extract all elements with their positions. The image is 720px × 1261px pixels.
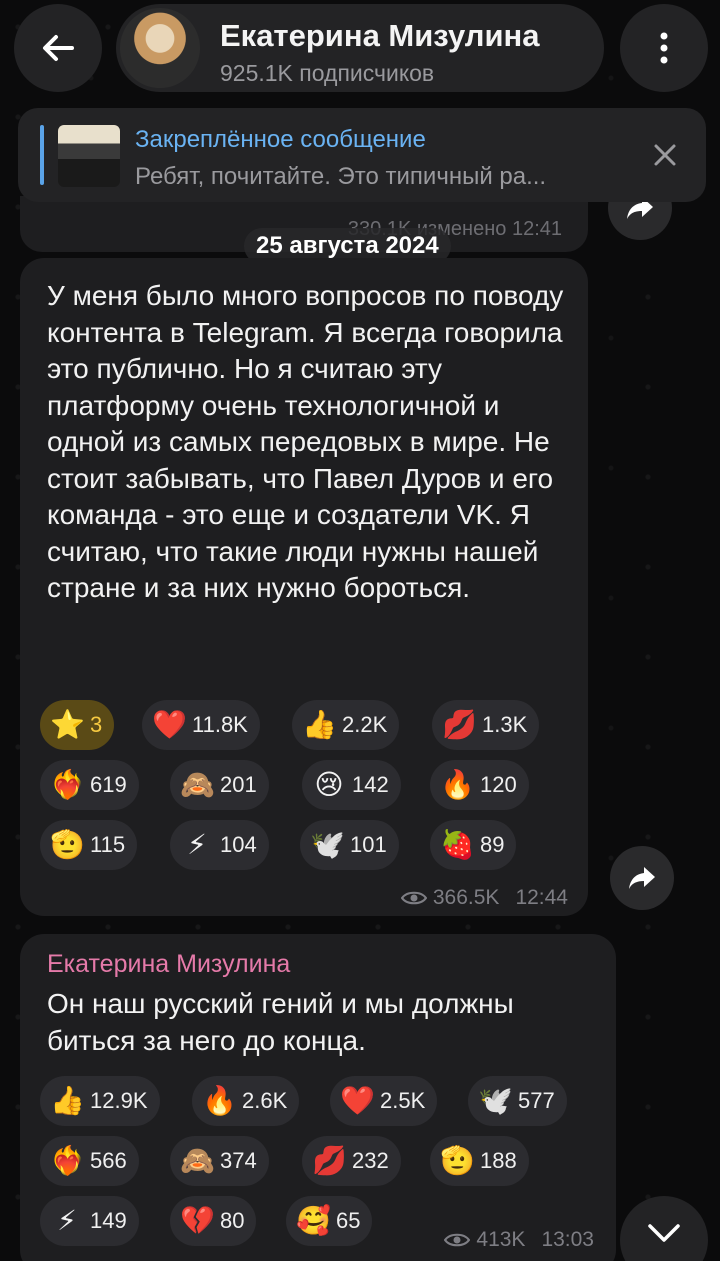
see-no-evil-monkey-icon: 🙈 xyxy=(180,1145,215,1176)
reaction-count: 232 xyxy=(352,1148,389,1173)
reaction-count: 2.2K xyxy=(342,712,388,737)
reaction-chip[interactable]: ⚡ 149 xyxy=(40,1196,139,1246)
reaction-chip[interactable]: 🕊️ 101 xyxy=(300,820,399,870)
subscriber-count: 925.1K подписчиков xyxy=(220,60,435,86)
reaction-chip[interactable]: 💋 1.3K xyxy=(432,700,540,750)
reaction-chip[interactable]: 🙈 201 xyxy=(170,760,269,810)
share-button[interactable] xyxy=(610,846,674,910)
reaction-count: 115 xyxy=(90,832,126,857)
star-icon: ⭐ xyxy=(50,709,85,740)
dove-icon: 🕊️ xyxy=(478,1085,513,1116)
reaction-chip[interactable]: 👍 2.2K xyxy=(292,700,400,750)
reaction-chip[interactable]: ⚡ 104 xyxy=(170,820,269,870)
more-menu-button[interactable] xyxy=(620,4,708,92)
eye-icon xyxy=(400,891,427,905)
strawberry-icon: 🍓 xyxy=(440,829,475,860)
reaction-count: 142 xyxy=(352,772,389,797)
reaction-chip[interactable]: 🔥 120 xyxy=(430,760,529,810)
reaction-count: 89 xyxy=(480,832,505,857)
share-arrow-icon xyxy=(629,867,655,889)
message-meta: 413K 13:03 xyxy=(444,1228,594,1252)
reaction-count: 577 xyxy=(518,1088,555,1113)
crying-face-icon: 😢 xyxy=(314,769,344,800)
pinned-preview: Ребят, почитайте. Это типичный ра... xyxy=(135,163,547,190)
see-no-evil-monkey-icon: 🙈 xyxy=(180,769,215,800)
reaction-count: 104 xyxy=(220,832,257,857)
reaction-count: 619 xyxy=(90,772,127,797)
reaction-count: 149 xyxy=(90,1208,127,1233)
fire-icon: 🔥 xyxy=(440,769,475,800)
message-text: Он наш русский гений и мы должны биться … xyxy=(47,988,514,1056)
reaction-chip[interactable]: 🍓 89 xyxy=(430,820,517,870)
channel-avatar[interactable] xyxy=(120,8,200,88)
sender-name[interactable]: Екатерина Мизулина xyxy=(47,950,290,979)
pinned-title: Закреплённое сообщение xyxy=(135,126,426,153)
salute-icon: 🫡 xyxy=(50,829,85,860)
reaction-chip[interactable]: ❤️‍🔥 566 xyxy=(40,1136,139,1186)
reaction-count: 120 xyxy=(480,772,517,797)
lightning-icon: ⚡ xyxy=(187,829,207,860)
reaction-count: 188 xyxy=(480,1148,517,1173)
heart-on-fire-icon: ❤️‍🔥 xyxy=(50,769,85,800)
salute-icon: 🫡 xyxy=(440,1145,475,1176)
pinned-message-bar[interactable]: Закреплённое сообщение Ребят, почитайте.… xyxy=(18,108,706,202)
reaction-chip[interactable]: 🙈 374 xyxy=(170,1136,269,1186)
reaction-count: 12.9K xyxy=(90,1088,148,1113)
reaction-count: 11.8K xyxy=(192,712,248,737)
smiling-face-with-hearts-icon: 🥰 xyxy=(296,1205,331,1236)
close-icon[interactable] xyxy=(648,138,682,172)
reaction-count: 201 xyxy=(220,772,257,797)
lightning-icon: ⚡ xyxy=(57,1205,77,1236)
back-button[interactable] xyxy=(14,4,102,92)
reaction-count: 566 xyxy=(90,1148,127,1173)
message-meta: 366.5K 12:44 xyxy=(400,886,568,910)
reaction-count: 80 xyxy=(220,1208,245,1233)
broken-heart-icon: 💔 xyxy=(180,1205,215,1236)
reaction-chip[interactable]: ❤️ 11.8K xyxy=(142,700,260,750)
reaction-count: 1.3K xyxy=(482,712,528,737)
views-count: 366.5K xyxy=(432,886,500,909)
reaction-chip[interactable]: 🥰 65 xyxy=(286,1196,373,1246)
heart-icon: ❤️ xyxy=(152,709,187,740)
thumbs-up-icon: 👍 xyxy=(50,1085,85,1116)
message-bubble[interactable]: Екатерина Мизулина Он наш русский гений … xyxy=(20,934,616,1261)
more-vertical-icon xyxy=(660,32,668,64)
eye-icon xyxy=(444,1233,471,1247)
reaction-chip[interactable]: 😢 142 xyxy=(302,760,401,810)
reaction-chip[interactable]: 🫡 188 xyxy=(430,1136,529,1186)
kiss-mark-icon: 💋 xyxy=(442,709,477,740)
reaction-chip[interactable]: 💋 232 xyxy=(302,1136,401,1186)
message-time: 13:03 xyxy=(541,1228,594,1251)
pinned-thumbnail xyxy=(58,125,120,187)
kiss-mark-icon: 💋 xyxy=(312,1145,347,1176)
reaction-count: 101 xyxy=(350,832,387,857)
reaction-chip[interactable]: 🔥 2.6K xyxy=(192,1076,300,1126)
heart-icon: ❤️ xyxy=(340,1085,375,1116)
fire-icon: 🔥 xyxy=(202,1085,237,1116)
thumbs-up-icon: 👍 xyxy=(302,709,337,740)
reaction-chip[interactable]: 🕊️ 577 xyxy=(468,1076,567,1126)
message-bubble[interactable]: У меня было много вопросов по поводу кон… xyxy=(20,258,588,916)
reaction-count: 2.6K xyxy=(242,1088,288,1113)
channel-title: Екатерина Мизулина xyxy=(220,18,540,53)
reaction-count: 2.5K xyxy=(380,1088,426,1113)
reaction-chip[interactable]: 👍 12.9K xyxy=(40,1076,160,1126)
channel-header[interactable]: Екатерина Мизулина 925.1K подписчиков xyxy=(116,4,604,92)
views-count: 413K xyxy=(476,1228,526,1251)
back-arrow-icon xyxy=(43,35,74,61)
pinned-indicator xyxy=(40,125,44,185)
heart-on-fire-icon: ❤️‍🔥 xyxy=(50,1145,85,1176)
chevron-down-icon xyxy=(648,1224,680,1242)
reaction-count: 65 xyxy=(336,1208,361,1233)
message-time: 12:44 xyxy=(515,886,568,909)
reaction-count: 374 xyxy=(220,1148,257,1173)
reaction-chip[interactable]: ❤️‍🔥 619 xyxy=(40,760,139,810)
reaction-chip[interactable]: ⭐ 3 xyxy=(40,700,115,750)
reaction-count: 3 xyxy=(90,712,103,737)
reaction-chip[interactable]: 🫡 115 xyxy=(40,820,138,870)
message-text: У меня было много вопросов по поводу кон… xyxy=(47,280,564,603)
reaction-chip[interactable]: ❤️ 2.5K xyxy=(330,1076,438,1126)
reaction-chip[interactable]: 💔 80 xyxy=(170,1196,257,1246)
dove-icon: 🕊️ xyxy=(310,829,345,860)
